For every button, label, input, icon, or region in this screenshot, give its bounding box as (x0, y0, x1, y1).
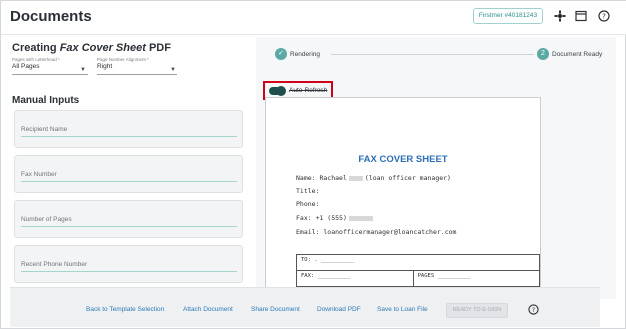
doc-fax-line: Fax: +1 (555) (296, 214, 375, 222)
share-document-link[interactable]: Share Document (251, 306, 300, 313)
doc-name-suffix: (loan officer manager) (364, 174, 451, 182)
page-number-alignment-value: Right (97, 63, 113, 70)
help-icon[interactable]: ? (528, 304, 539, 315)
attach-document-link[interactable]: Attach Document (183, 306, 233, 313)
table-cell-fax: FAX: __________ (296, 270, 414, 287)
doc-name-prefix: Name: Rachael (296, 174, 347, 182)
save-to-loan-file-link[interactable]: Save to Loan File (377, 306, 428, 313)
user-badge[interactable]: Firstmer #40181243 (473, 8, 543, 24)
pages-letterhead-value: All Pages (12, 63, 40, 70)
redacted-block (348, 215, 373, 221)
auto-refresh-toggle[interactable] (269, 86, 286, 96)
pages-letterhead-select[interactable]: Pages with Letterhead * All Pages ▼ (12, 57, 88, 75)
doc-email-line: Email: loanofficermanager@loancatcher.co… (296, 228, 457, 236)
svg-text:?: ? (602, 13, 606, 21)
field-underline (21, 226, 237, 227)
doc-fax-prefix: Fax: +1 (555) (296, 214, 347, 222)
page-title: Documents (10, 8, 92, 25)
pdf-preview: FAX COVER SHEET Name: Rachael (loan offic… (265, 97, 541, 299)
recipient-name-placeholder: Recipient Name (21, 126, 68, 133)
fax-info-table: TO: . __________ FAX: __________ PAGES __… (296, 254, 540, 287)
creating-heading: Creating Fax Cover Sheet PDF (12, 42, 171, 54)
pages-letterhead-label: Pages with Letterhead * (12, 57, 60, 62)
fax-heading: FAX COVER SHEET (358, 154, 448, 165)
chevron-down-icon: ▼ (80, 67, 86, 73)
step-document-ready-label: Document Ready (552, 51, 603, 58)
page-number-alignment-label: Page Number Alignment * (97, 57, 149, 62)
table-cell-pages: PAGES __________ (412, 270, 540, 287)
number-of-pages-field[interactable]: Number of Pages (14, 200, 243, 238)
step-rendering-label: Rendering (290, 51, 320, 58)
auto-refresh-label[interactable]: Auto-Refresh (289, 87, 327, 94)
recipient-name-field[interactable]: Recipient Name (14, 110, 243, 148)
step-number-badge: 2 (537, 48, 549, 60)
help-icon[interactable]: ? (598, 10, 610, 22)
field-underline (21, 181, 237, 182)
app-window: Documents Firstmer #40181243 ? Creating … (0, 0, 626, 329)
progress-stepper: ✓ Rendering 2 Document Ready (266, 48, 606, 62)
number-of-pages-placeholder: Number of Pages (21, 216, 72, 223)
manual-inputs-title: Manual Inputs (12, 95, 80, 106)
stepper-line (331, 54, 534, 55)
settings-icon[interactable] (554, 10, 566, 22)
fax-number-field[interactable]: Fax Number (14, 155, 243, 193)
page-number-alignment-select[interactable]: Page Number Alignment * Right ▼ (97, 57, 177, 75)
creating-prefix: Creating (12, 42, 60, 54)
ready-to-esign-button[interactable]: READY TO E-SIGN (446, 303, 508, 318)
field-underline (21, 271, 237, 272)
chevron-down-icon: ▼ (170, 67, 176, 73)
creating-doc-name: Fax Cover Sheet (59, 42, 146, 54)
select-underline (97, 74, 177, 75)
fax-number-placeholder: Fax Number (21, 171, 57, 178)
window-icon[interactable] (575, 10, 587, 22)
recent-phone-number-field[interactable]: Recent Phone Number (14, 245, 243, 283)
left-panel: Creating Fax Cover Sheet PDF Pages with … (10, 37, 247, 299)
download-pdf-link[interactable]: Download PDF (317, 306, 361, 313)
svg-text:?: ? (532, 306, 535, 314)
select-underline (12, 74, 88, 75)
preview-panel: ✓ Rendering 2 Document Ready Auto-Refres… (256, 37, 616, 299)
creating-suffix: PDF (145, 42, 171, 54)
field-underline (21, 136, 237, 137)
doc-name-line: Name: Rachael (loan officer manager) (296, 174, 451, 182)
table-cell-to: TO: . __________ (296, 254, 540, 271)
top-bar: Documents Firstmer #40181243 ? (1, 1, 626, 35)
action-bar: Back to Template Selection Attach Docume… (10, 287, 600, 327)
doc-title-line: Title: (296, 187, 320, 195)
redacted-block (348, 175, 363, 181)
recent-phone-number-placeholder: Recent Phone Number (21, 261, 88, 268)
back-to-template-link[interactable]: Back to Template Selection (86, 306, 164, 313)
check-icon: ✓ (275, 48, 287, 60)
doc-phone-line: Phone: (296, 200, 320, 208)
